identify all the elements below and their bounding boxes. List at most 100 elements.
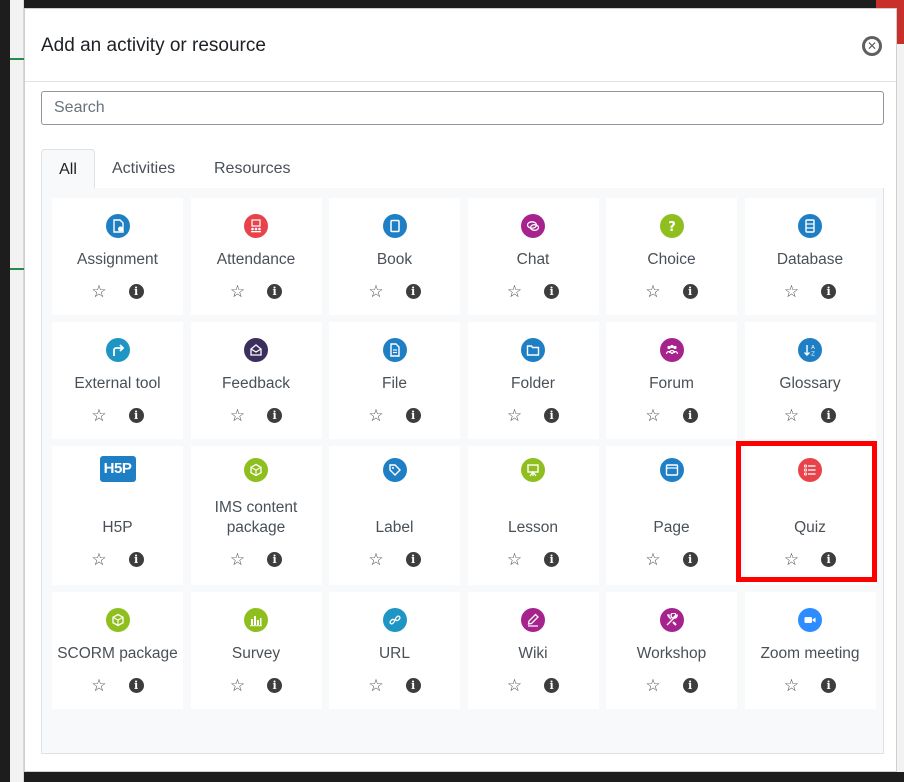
activity-tile-scorm-package[interactable]: SCORM package ☆ i	[52, 592, 183, 709]
star-outline-icon[interactable]: ☆	[784, 407, 799, 424]
activity-tile-h5p[interactable]: H5P H5P ☆ i	[52, 446, 183, 585]
activity-tile-file[interactable]: File ☆ i	[329, 322, 460, 439]
star-outline-icon[interactable]: ☆	[230, 677, 245, 694]
activity-tile-label[interactable]: Label ☆ i	[329, 446, 460, 585]
tab-all[interactable]: All	[41, 149, 95, 189]
file-icon	[382, 338, 407, 362]
activity-tile-lesson[interactable]: Lesson ☆ i	[467, 446, 599, 585]
activity-tile-feedback[interactable]: Feedback ☆ i	[190, 322, 322, 439]
star-outline-icon[interactable]: ☆	[645, 677, 660, 694]
star-outline-icon[interactable]: ☆	[507, 283, 522, 300]
activity-label: Folder	[511, 375, 555, 392]
activity-label: Workshop	[636, 645, 707, 662]
activity-tile-page[interactable]: Page ☆ i	[606, 446, 737, 585]
activity-tile-zoom-meeting[interactable]: Zoom meeting ☆ i	[744, 592, 876, 709]
activity-tile-ims-content-package[interactable]: IMS content package ☆ i	[190, 446, 322, 585]
info-icon[interactable]: i	[821, 551, 837, 567]
info-icon[interactable]: i	[682, 551, 698, 567]
activity-label: Attendance	[216, 251, 296, 268]
tile-actions: ☆ i	[745, 405, 876, 425]
info-icon[interactable]: i	[128, 677, 144, 693]
info-icon[interactable]: i	[682, 677, 698, 693]
star-outline-icon[interactable]: ☆	[784, 283, 799, 300]
info-icon[interactable]: i	[128, 551, 144, 567]
info-icon[interactable]: i	[544, 407, 560, 423]
star-outline-icon[interactable]: ☆	[507, 551, 522, 568]
wiki-icon	[521, 608, 545, 632]
url-icon	[382, 608, 407, 632]
star-outline-icon[interactable]: ☆	[230, 551, 245, 568]
star-outline-icon[interactable]: ☆	[784, 551, 799, 568]
activity-tile-book[interactable]: Book ☆ i	[329, 198, 460, 315]
scorm-package-icon	[105, 608, 130, 632]
star-outline-icon[interactable]: ☆	[645, 283, 660, 300]
star-outline-icon[interactable]: ☆	[230, 407, 245, 424]
activity-label: Survey	[231, 645, 281, 662]
star-outline-icon[interactable]: ☆	[645, 551, 660, 568]
tile-actions: ☆ i	[191, 549, 322, 569]
info-icon[interactable]: i	[405, 677, 421, 693]
info-icon[interactable]: i	[821, 407, 837, 423]
tile-actions: ☆ i	[468, 405, 599, 425]
activity-tile-external-tool[interactable]: External tool ☆ i	[52, 322, 183, 439]
info-icon[interactable]: i	[267, 407, 283, 423]
activity-tile-chat[interactable]: Chat ☆ i	[467, 198, 599, 315]
close-circle-icon[interactable]: ✕	[862, 36, 882, 56]
info-icon[interactable]: i	[128, 407, 144, 423]
tab-resources[interactable]: Resources	[214, 149, 294, 188]
activity-tile-quiz[interactable]: Quiz ☆ i	[744, 446, 876, 585]
info-icon[interactable]: i	[405, 407, 421, 423]
activity-tile-wiki[interactable]: Wiki ☆ i	[467, 592, 599, 709]
info-icon[interactable]: i	[405, 551, 421, 567]
activity-tile-choice[interactable]: ? Choice ☆ i	[606, 198, 737, 315]
star-outline-icon[interactable]: ☆	[91, 283, 106, 300]
star-outline-icon[interactable]: ☆	[91, 677, 106, 694]
background-page-sidebar	[10, 0, 24, 782]
activity-grid: Assignment ☆ i Attendance ☆ i Book ☆ i Chat ☆ i? Cho…	[41, 188, 884, 754]
feedback-icon	[244, 338, 268, 362]
tile-actions: ☆ i	[745, 549, 876, 569]
background-page-left	[0, 0, 10, 782]
star-outline-icon[interactable]: ☆	[507, 677, 522, 694]
star-outline-icon[interactable]: ☆	[368, 677, 383, 694]
star-outline-icon[interactable]: ☆	[368, 407, 383, 424]
star-outline-icon[interactable]: ☆	[91, 407, 106, 424]
tab-activities[interactable]: Activities	[112, 149, 182, 188]
search-input[interactable]	[41, 91, 884, 125]
info-icon[interactable]: i	[682, 283, 698, 299]
page-icon	[659, 458, 684, 482]
activity-tile-assignment[interactable]: Assignment ☆ i	[52, 198, 183, 315]
star-outline-icon[interactable]: ☆	[368, 551, 383, 568]
star-outline-icon[interactable]: ☆	[368, 283, 383, 300]
info-icon[interactable]: i	[544, 551, 560, 567]
activity-tile-database[interactable]: Database ☆ i	[744, 198, 876, 315]
tile-actions: ☆ i	[52, 675, 183, 695]
activity-label: URL	[378, 645, 410, 662]
activity-tile-forum[interactable]: Forum ☆ i	[606, 322, 737, 439]
star-outline-icon[interactable]: ☆	[91, 551, 106, 568]
info-icon[interactable]: i	[544, 283, 560, 299]
star-outline-icon[interactable]: ☆	[507, 407, 522, 424]
star-outline-icon[interactable]: ☆	[230, 283, 245, 300]
info-icon[interactable]: i	[682, 407, 698, 423]
info-icon[interactable]: i	[267, 677, 283, 693]
info-icon[interactable]: i	[267, 283, 283, 299]
survey-icon	[244, 608, 268, 632]
info-icon[interactable]: i	[128, 283, 144, 299]
info-icon[interactable]: i	[544, 677, 560, 693]
activity-chooser-modal: Add an activity or resource ✕ All Activi…	[24, 8, 897, 772]
h5p-icon: H5P	[99, 456, 136, 482]
star-outline-icon[interactable]: ☆	[645, 407, 660, 424]
info-icon[interactable]: i	[267, 551, 283, 567]
info-icon[interactable]: i	[821, 677, 837, 693]
star-outline-icon[interactable]: ☆	[784, 677, 799, 694]
activity-tile-folder[interactable]: Folder ☆ i	[467, 322, 599, 439]
activity-tile-url[interactable]: URL ☆ i	[329, 592, 460, 709]
assignment-icon	[105, 214, 130, 238]
info-icon[interactable]: i	[821, 283, 837, 299]
activity-tile-glossary[interactable]: A Z Glossary ☆ i	[744, 322, 876, 439]
activity-tile-attendance[interactable]: Attendance ☆ i	[190, 198, 322, 315]
activity-tile-workshop[interactable]: Workshop ☆ i	[606, 592, 737, 709]
info-icon[interactable]: i	[405, 283, 421, 299]
activity-tile-survey[interactable]: Survey ☆ i	[190, 592, 322, 709]
